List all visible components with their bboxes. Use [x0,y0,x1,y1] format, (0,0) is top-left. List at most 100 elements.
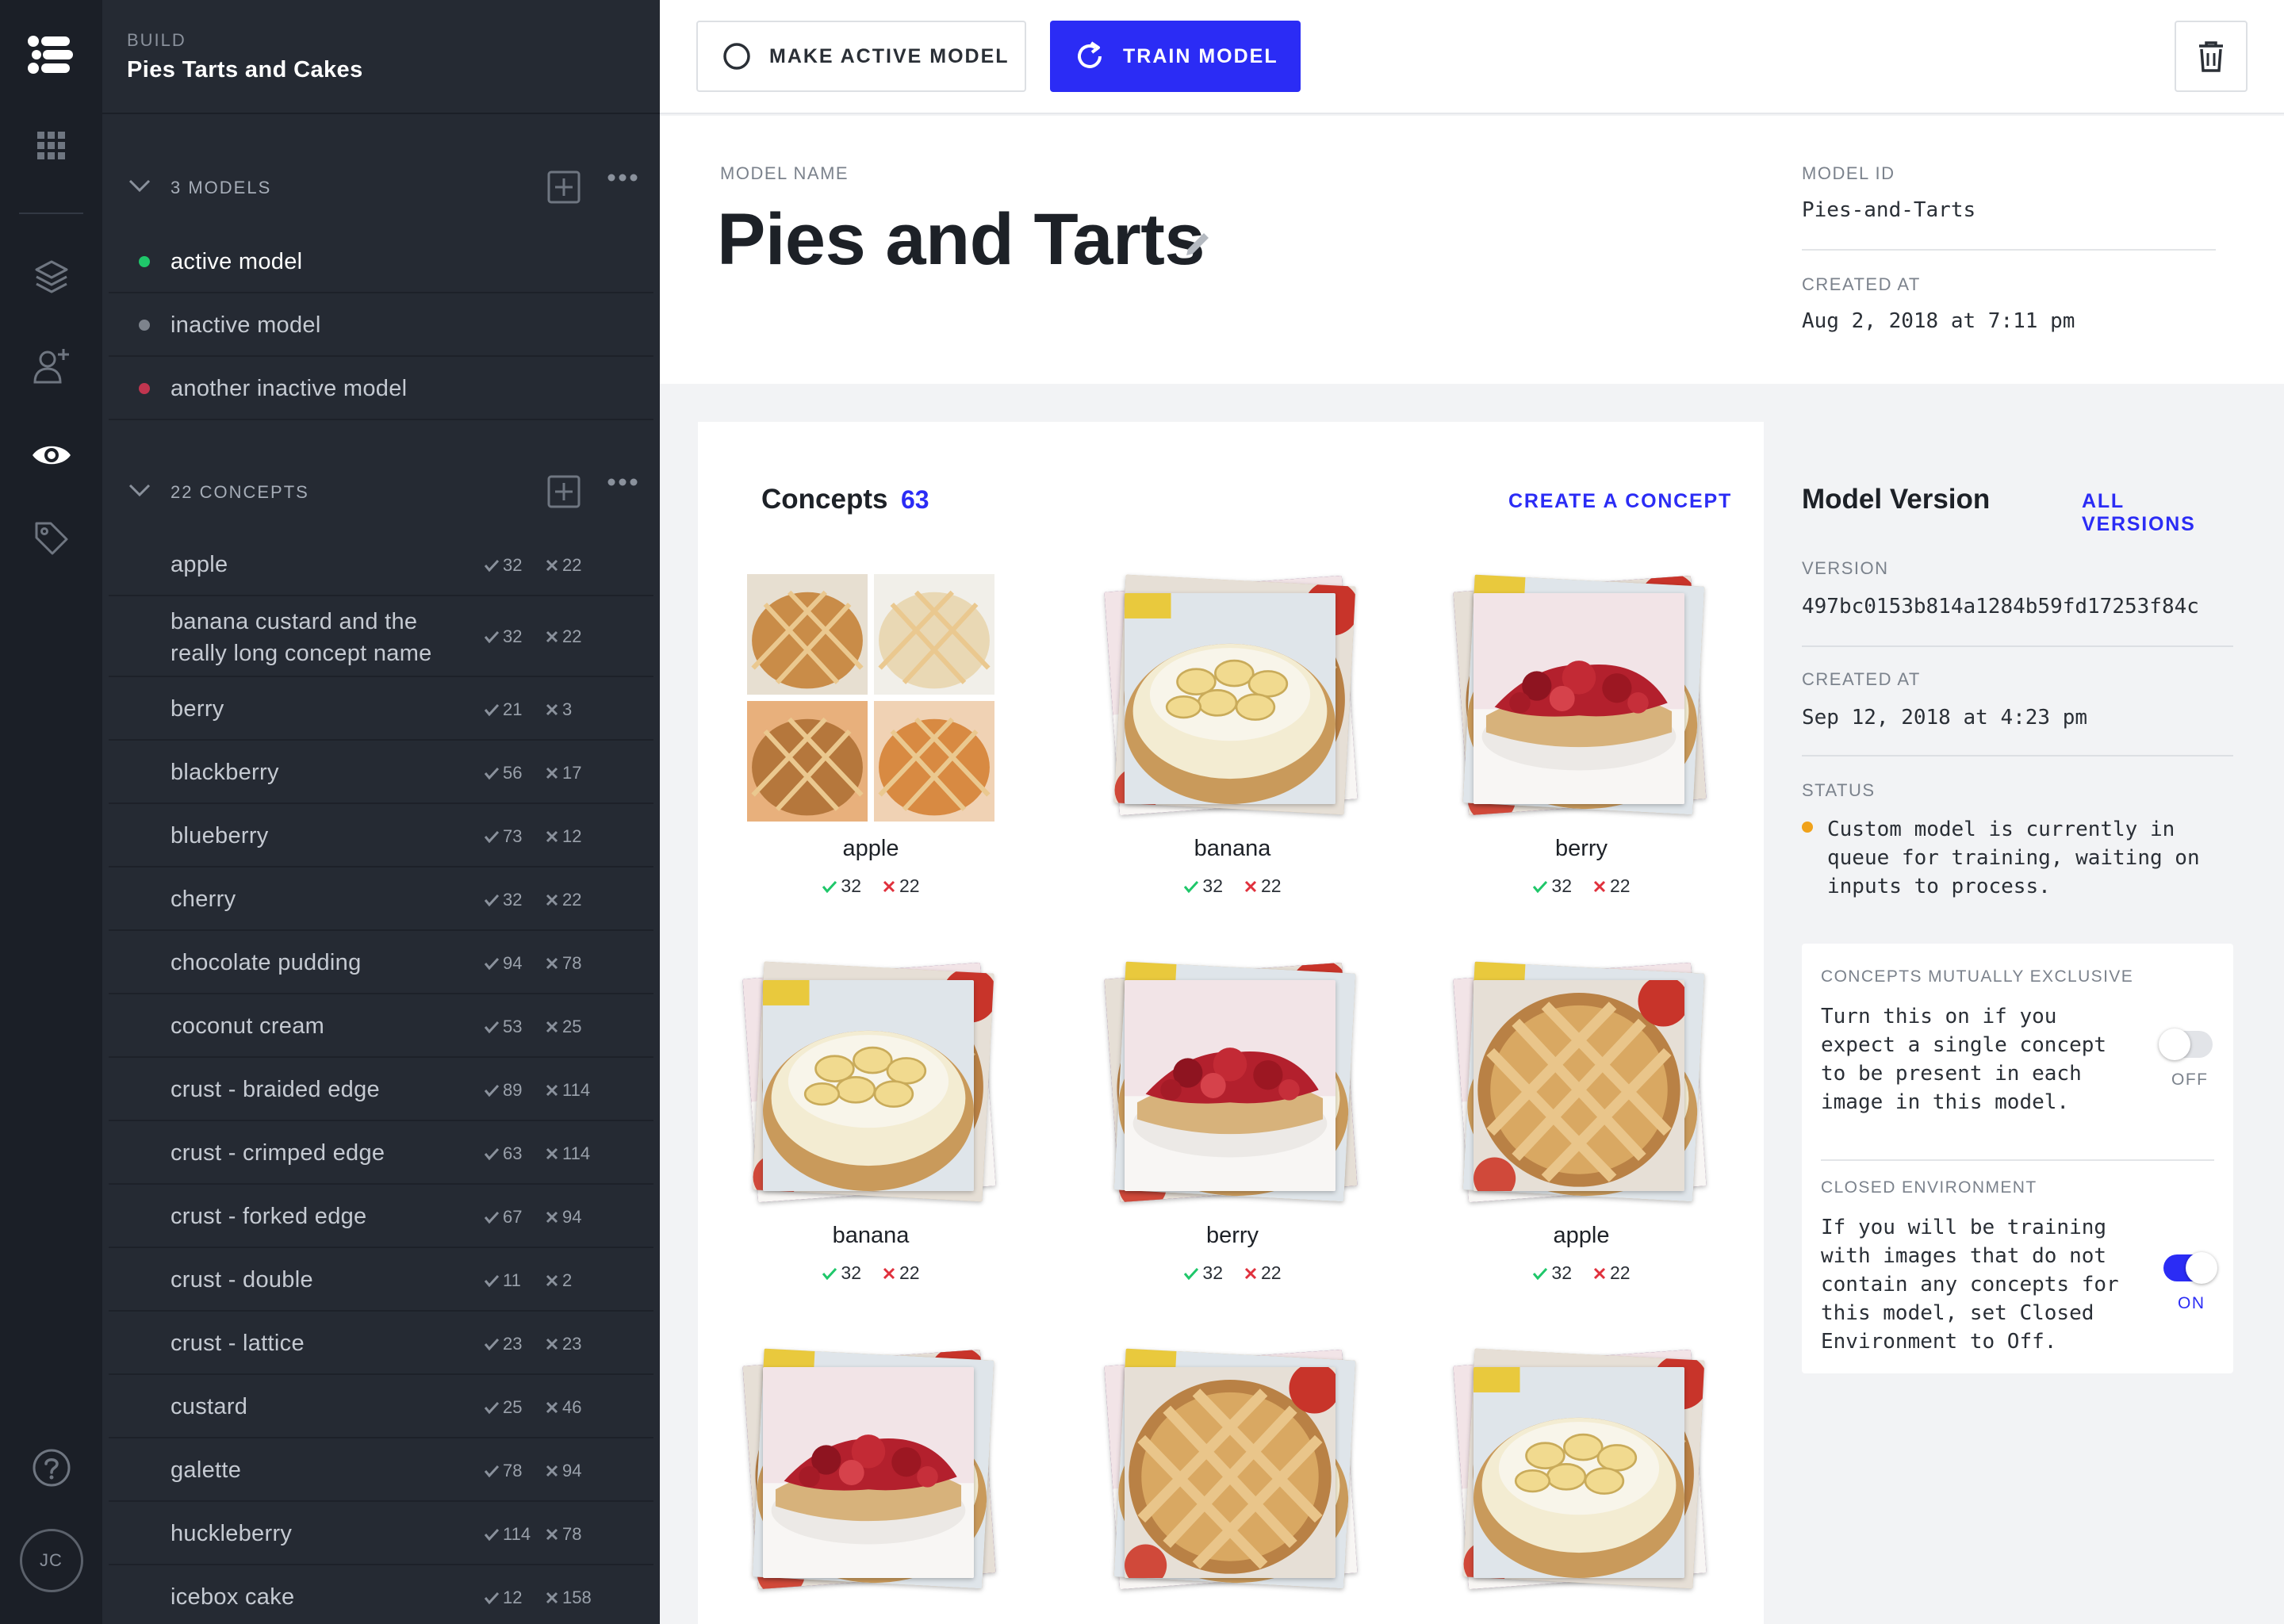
concept-tile-stats: 32 22 [747,1262,994,1284]
negative-count-value: 22 [562,890,582,910]
sidebar-item-concept[interactable]: crust - braided edge 89 114 [109,1058,653,1121]
help-icon[interactable] [0,1448,102,1488]
train-model-button[interactable]: TRAIN MODEL [1050,21,1301,92]
model-item[interactable]: active model [109,230,653,293]
check-icon [822,880,837,893]
model-item[interactable]: another inactive model [109,357,653,420]
more-options-icon[interactable] [607,477,638,487]
sidebar-item-concept[interactable]: coconut cream 53 25 [109,994,653,1058]
concept-tile[interactable] [742,1348,996,1595]
sidebar-item-concept[interactable]: banana custard and the really long conce… [109,596,653,677]
positive-count: 114 [484,1524,531,1545]
apps-grid-icon[interactable] [0,132,102,160]
sidebar-item-concept[interactable]: galette 78 94 [109,1438,653,1502]
avatar[interactable]: JC [0,1529,102,1592]
logo-icon[interactable] [0,30,102,79]
check-icon [484,703,500,717]
thumbnail-image [747,701,868,822]
project-name[interactable]: Pies Tarts and Cakes [127,57,363,83]
concept-image-stack [742,1348,996,1595]
concept-label: crust - forked edge [171,1204,367,1229]
toggle-knob [2159,1028,2190,1060]
eye-icon[interactable] [0,441,102,469]
concept-tile[interactable]: apple 32 22 [1453,961,1707,1283]
make-active-model-button[interactable]: MAKE ACTIVE MODEL [696,21,1026,92]
edit-pencil-icon[interactable] [1180,227,1215,262]
negative-count: 114 [545,1080,590,1101]
concept-tile[interactable]: banana 32 22 [742,961,996,1283]
check-icon [484,1591,500,1605]
sidebar-item-concept[interactable]: blueberry 73 12 [109,804,653,868]
concept-tile[interactable]: banana 32 22 [1104,574,1358,896]
sidebar-item-concept[interactable]: huckleberry 114 78 [109,1502,653,1565]
model-item[interactable]: inactive model [109,293,653,357]
create-concept-link[interactable]: CREATE A CONCEPT [1508,490,1732,513]
sidebar-item-concept[interactable]: icebox cake 12 158 [109,1565,653,1624]
concept-thumbnail-grid [747,574,994,822]
add-user-icon[interactable] [0,346,102,385]
concepts-panel: Concepts 63 CREATE A CONCEPT apple 32 22… [698,422,1764,1624]
delete-model-button[interactable] [2175,21,2248,92]
check-icon [484,1211,500,1224]
positive-count: 89 [484,1080,522,1101]
models-section-header[interactable]: 3 MODELS [102,163,660,211]
divider [1802,249,2216,251]
trash-icon [2199,41,2223,72]
concept-image-stack [1453,574,1707,822]
sidebar-item-concept[interactable]: blackberry 56 17 [109,741,653,804]
concept-label: custard [171,1394,248,1419]
x-icon [1593,880,1606,892]
positive-count-value: 32 [1551,1262,1572,1283]
concept-tile[interactable] [1453,1348,1707,1595]
concept-tile-label: berry [1554,836,1608,861]
sidebar-item-concept[interactable]: chocolate pudding 94 78 [109,931,653,994]
negative-count: 25 [545,1017,581,1037]
check-icon [1184,880,1199,893]
closed-environment-description: If you will be training with images that… [1821,1216,2119,1354]
negative-count-value: 78 [562,953,582,973]
concept-cover-image [763,1367,974,1578]
tag-icon[interactable] [0,520,102,557]
sidebar-item-concept[interactable]: cherry 32 22 [109,868,653,931]
check-icon [484,1528,500,1542]
positive-count-value: 32 [1202,875,1223,896]
closed-environment-toggle[interactable] [2163,1252,2217,1284]
positive-count-value: 56 [503,763,523,783]
add-model-icon[interactable] [546,170,581,205]
sidebar-item-concept[interactable]: crust - double 11 2 [109,1248,653,1312]
x-icon [546,559,558,572]
sidebar-item-concept[interactable]: crust - crimped edge 63 114 [109,1121,653,1185]
concept-tile[interactable]: berry 32 22 [1453,574,1707,896]
x-icon [546,1401,558,1414]
layers-icon[interactable] [0,259,102,295]
negative-count: 22 [1244,1262,1282,1284]
all-versions-link[interactable]: ALL VERSIONS [2082,490,2233,536]
add-concept-icon[interactable] [546,474,581,509]
x-icon [546,703,558,716]
concept-tile[interactable]: berry 32 22 [1104,961,1358,1283]
concept-tile[interactable]: apple 32 22 [747,574,994,896]
chevron-down-icon[interactable] [128,482,151,498]
sidebar-item-concept[interactable]: custard 25 46 [109,1375,653,1438]
negative-count-value: 22 [899,1262,920,1283]
concept-tile-stats: 32 22 [1109,1262,1356,1284]
concept-cover-image [1125,980,1336,1191]
more-options-icon[interactable] [607,173,638,182]
concept-cover-image [1473,980,1684,1191]
concepts-section-header[interactable]: 22 CONCEPTS [102,468,660,515]
concept-label: crust - lattice [171,1331,305,1356]
sidebar-item-concept[interactable]: apple 32 22 [109,533,653,596]
model-status-dot [139,383,150,394]
mutually-exclusive-toggle[interactable] [2159,1028,2213,1060]
sidebar-item-concept[interactable]: berry 21 3 [109,677,653,741]
concept-tile[interactable] [1104,1348,1358,1595]
version-id: 497bc0153b814a1284b59fd17253f84c [1802,595,2199,619]
negative-count: 3 [545,699,572,720]
concept-label: galette [171,1457,242,1483]
model-label: active model [171,249,303,274]
sidebar-item-concept[interactable]: crust - lattice 23 23 [109,1312,653,1375]
sidebar-item-concept[interactable]: crust - forked edge 67 94 [109,1185,653,1248]
positive-count-value: 32 [503,555,523,575]
chevron-down-icon[interactable] [128,178,151,193]
concept-cover-image [1125,1367,1336,1578]
